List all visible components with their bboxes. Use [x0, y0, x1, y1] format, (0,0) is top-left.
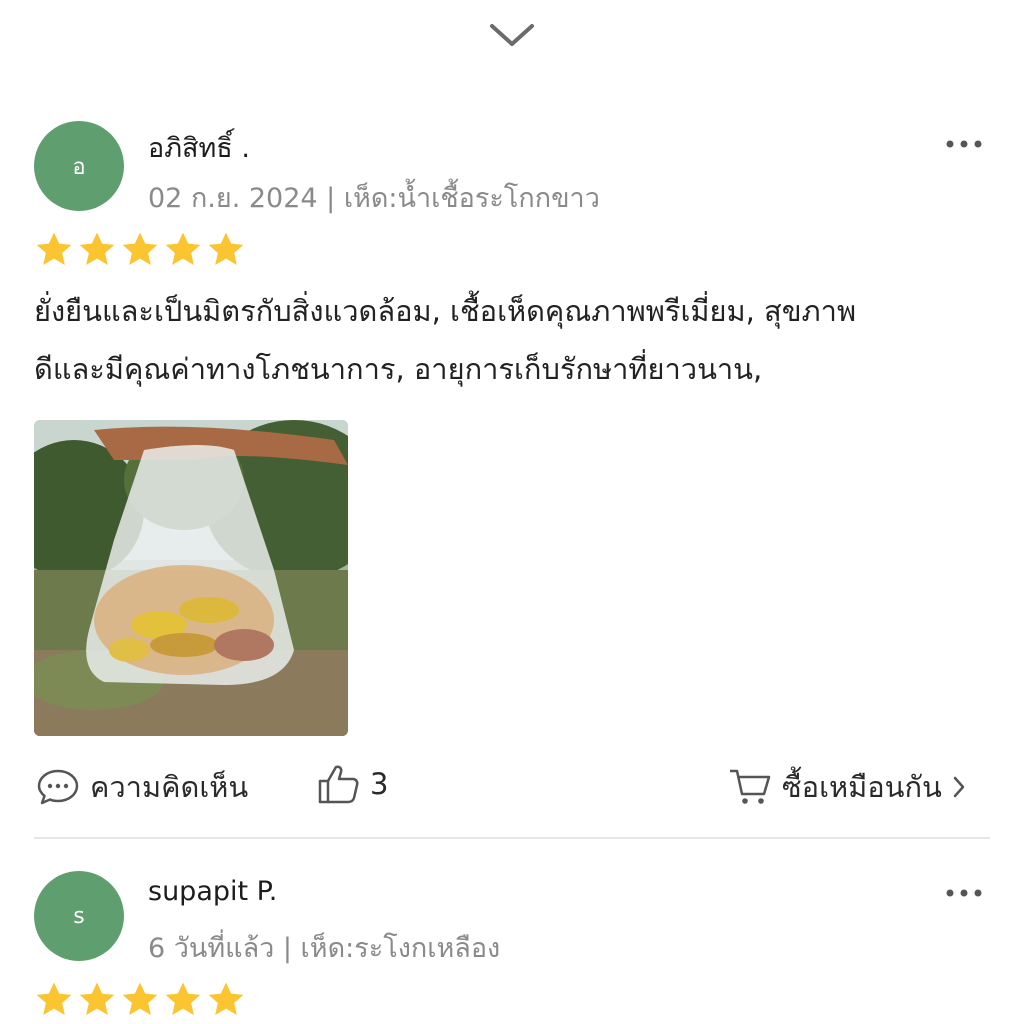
- collapse-chevron-icon[interactable]: [488, 18, 536, 50]
- avatar-letter: อ: [72, 154, 86, 180]
- star-icon: [208, 232, 244, 265]
- star-icon: [122, 232, 158, 265]
- star-icon: [79, 232, 115, 265]
- review-meta: 02 ก.ย. 2024 | เห็ด:น้ำเชื้อระโกกขาว: [148, 183, 600, 214]
- more-options-icon[interactable]: [944, 883, 984, 903]
- review-text: ยั่งยืนและเป็นมิตรกับสิ่งแวดล้อม, เชื้อเ…: [34, 282, 984, 398]
- comment-bubble-icon: [37, 769, 79, 805]
- buy-same-button[interactable]: ซื้อเหมือนกัน: [728, 764, 966, 810]
- avatar-letter: s: [73, 903, 85, 929]
- comment-button[interactable]: ความคิดเห็น: [36, 764, 248, 810]
- more-options-icon[interactable]: [944, 134, 984, 154]
- review-text-line: ยั่งยืนและเป็นมิตรกับสิ่งแวดล้อม, เชื้อเ…: [34, 294, 857, 328]
- review-actions: ความคิดเห็น 3 ซื้อเหมือนกัน: [0, 760, 1024, 810]
- thumbs-up-icon: [318, 765, 359, 804]
- star-icon: [122, 982, 158, 1015]
- avatar[interactable]: s: [34, 871, 124, 961]
- review-photo[interactable]: [34, 420, 348, 736]
- reviewer-name: supapit P.: [148, 876, 278, 907]
- star-icon: [165, 982, 201, 1015]
- shopping-cart-icon: [730, 769, 771, 804]
- divider: [34, 837, 990, 839]
- star-icon: [36, 232, 72, 265]
- avatar[interactable]: อ: [34, 121, 124, 211]
- star-rating: [34, 980, 246, 1020]
- star-icon: [36, 982, 72, 1015]
- like-button[interactable]: 3: [316, 762, 388, 806]
- buy-same-label: ซื้อเหมือนกัน: [782, 770, 942, 804]
- star-icon: [165, 232, 201, 265]
- review-meta: 6 วันที่แล้ว | เห็ด:ระโงกเหลือง: [148, 933, 501, 964]
- chevron-right-icon: [953, 776, 965, 798]
- review-text-line: ดีและมีคุณค่าทางโภชนาการ, อายุการเก็บรัก…: [34, 352, 763, 386]
- like-count: 3: [370, 767, 389, 801]
- star-icon: [208, 982, 244, 1015]
- star-rating: [34, 230, 246, 270]
- reviewer-name: อภิสิทธิ์ .: [148, 133, 250, 164]
- star-icon: [79, 982, 115, 1015]
- comment-label: ความคิดเห็น: [90, 770, 249, 804]
